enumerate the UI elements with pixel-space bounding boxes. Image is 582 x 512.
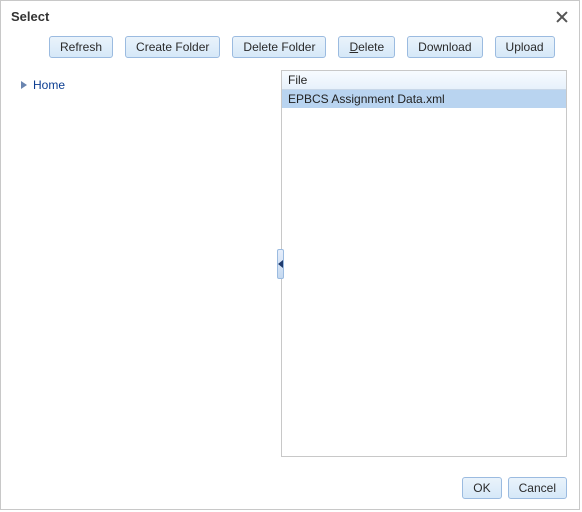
delete-mnemonic: D: [349, 40, 358, 54]
ok-button[interactable]: OK: [462, 477, 501, 499]
delete-rest: elete: [358, 40, 384, 54]
upload-button[interactable]: Upload: [495, 36, 555, 58]
select-dialog: Select Refresh Create Folder Delete Fold…: [0, 0, 580, 510]
file-row[interactable]: EPBCS Assignment Data.xml: [282, 90, 566, 108]
toolbar: Refresh Create Folder Delete Folder Dele…: [1, 30, 579, 70]
create-folder-button[interactable]: Create Folder: [125, 36, 220, 58]
delete-folder-button[interactable]: Delete Folder: [232, 36, 326, 58]
delete-button[interactable]: Delete: [338, 36, 395, 58]
file-list-panel: File EPBCS Assignment Data.xml: [281, 70, 567, 457]
cancel-button[interactable]: Cancel: [508, 477, 567, 499]
close-icon[interactable]: [555, 10, 569, 24]
refresh-button[interactable]: Refresh: [49, 36, 113, 58]
tree-item-home[interactable]: Home: [17, 76, 269, 94]
download-button[interactable]: Download: [407, 36, 482, 58]
tree-item-label: Home: [33, 78, 65, 92]
expand-icon[interactable]: [21, 81, 27, 89]
dialog-title: Select: [11, 9, 49, 24]
content-area: Home File EPBCS Assignment Data.xml: [1, 70, 579, 469]
file-column-header[interactable]: File: [282, 71, 566, 90]
splitter[interactable]: [278, 70, 283, 457]
folder-tree: Home: [13, 70, 273, 469]
collapse-left-icon[interactable]: [277, 249, 284, 279]
title-bar: Select: [1, 1, 579, 30]
dialog-footer: OK Cancel: [1, 469, 579, 509]
file-list: EPBCS Assignment Data.xml: [282, 90, 566, 456]
